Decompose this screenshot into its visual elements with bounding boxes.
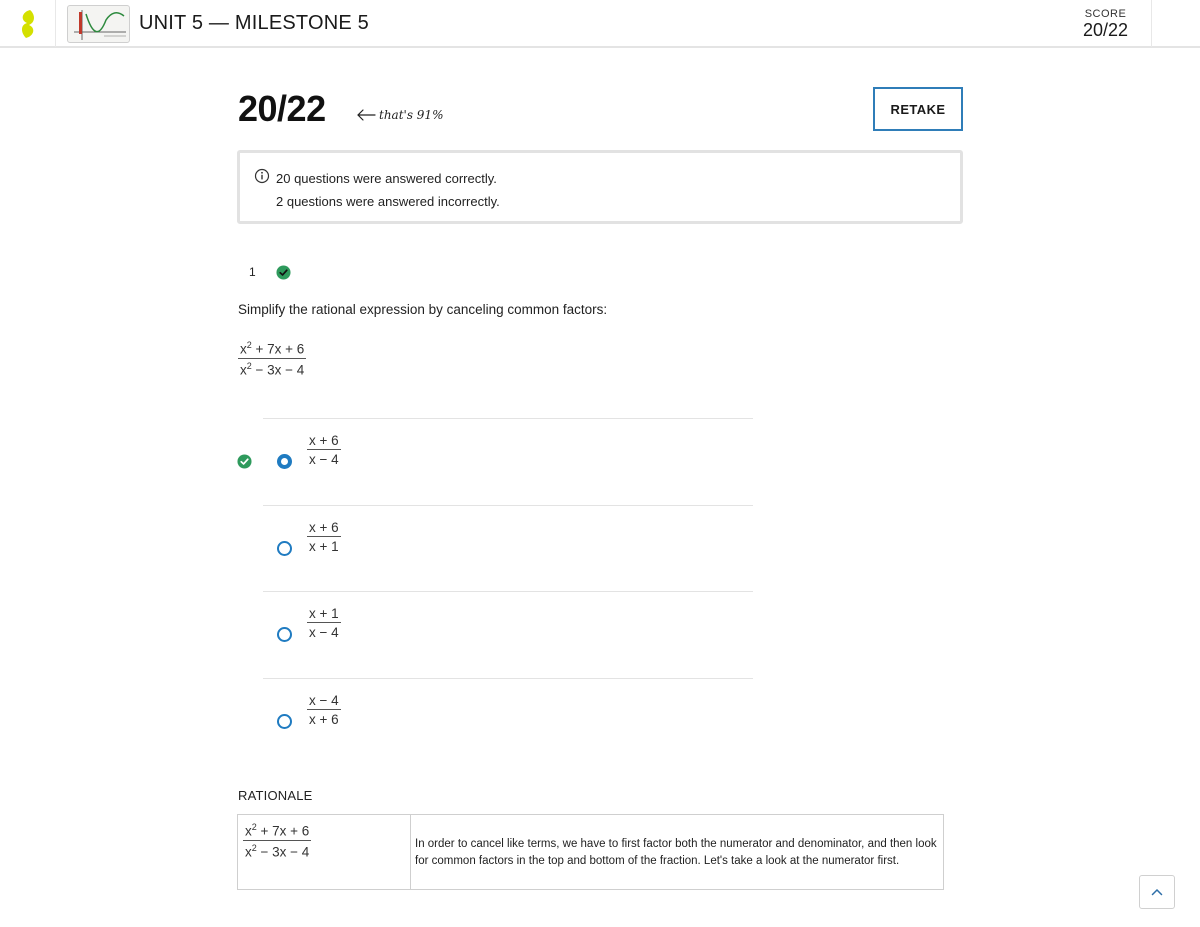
- results-info-box: 20 questions were answered correctly. 2 …: [237, 150, 963, 224]
- check-circle-icon: [276, 265, 291, 280]
- retake-button[interactable]: RETAKE: [873, 87, 963, 131]
- choice-radio-1[interactable]: [277, 454, 292, 469]
- score-label: SCORE: [1084, 8, 1127, 20]
- choice-radio-2[interactable]: [277, 541, 292, 556]
- choice-divider: [263, 678, 753, 679]
- logo-icon[interactable]: [0, 0, 56, 47]
- score-value: 20/22: [1082, 20, 1129, 40]
- rationale-expression-cell: x2 + 7x + 6 x2 − 3x − 4: [238, 815, 411, 889]
- choice-radio-3[interactable]: [277, 627, 292, 642]
- choice-divider: [263, 505, 753, 506]
- choice-divider: [263, 591, 753, 592]
- chevron-up-icon: [1151, 888, 1163, 896]
- choice-2[interactable]: x + 6 x + 1: [307, 520, 341, 554]
- rationale-label: RATIONALE: [238, 788, 313, 803]
- choice-1[interactable]: x + 6 x − 4: [307, 433, 341, 467]
- question-prompt: Simplify the rational expression by canc…: [238, 302, 608, 317]
- choice-radio-4[interactable]: [277, 714, 292, 729]
- info-icon: [254, 168, 270, 184]
- arrow-left-icon: [357, 109, 376, 121]
- total-score: 20/22: [238, 88, 326, 129]
- header-score: SCORE 20/22: [1060, 0, 1152, 47]
- percent-text: that's 91%: [379, 108, 444, 122]
- scroll-to-top-button[interactable]: [1139, 875, 1175, 909]
- milestone-thumbnail: [67, 5, 130, 43]
- page-title: UNIT 5 — MILESTONE 5: [139, 12, 369, 34]
- incorrect-count-text: 2 questions were answered incorrectly.: [276, 194, 500, 209]
- choice-divider: [263, 418, 753, 419]
- question-expression: x2 + 7x + 6 x2 − 3x − 4: [238, 340, 307, 377]
- choice-4[interactable]: x − 4 x + 6: [307, 693, 341, 727]
- top-bar: UNIT 5 — MILESTONE 5 SCORE 20/22: [0, 0, 1200, 48]
- question-number: 1: [249, 265, 256, 279]
- rationale-text: In order to cancel like terms, we have t…: [415, 838, 937, 867]
- choice-3[interactable]: x + 1 x − 4: [307, 606, 341, 640]
- percent-note: that's 91%: [356, 108, 443, 122]
- check-circle-icon: [237, 454, 252, 469]
- correct-count-text: 20 questions were answered correctly.: [276, 171, 497, 186]
- rationale-table: x2 + 7x + 6 x2 − 3x − 4 In order to canc…: [237, 814, 944, 890]
- rationale-expression: x2 + 7x + 6 x2 − 3x − 4: [243, 822, 312, 859]
